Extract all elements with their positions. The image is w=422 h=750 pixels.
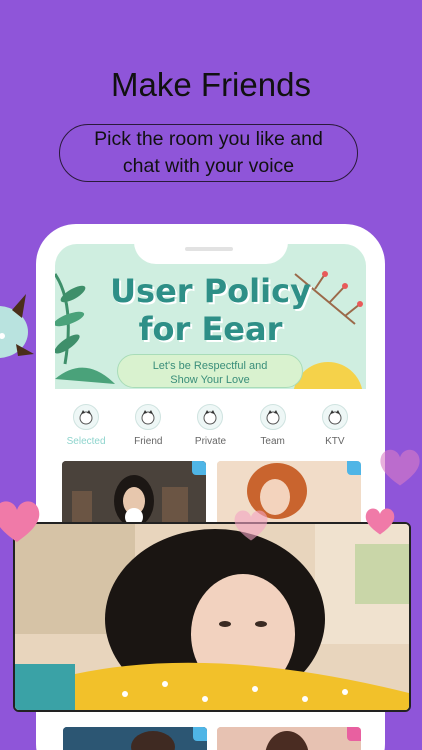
cat-avatar-icon — [321, 404, 348, 430]
heart-icon — [234, 510, 268, 541]
room-card[interactable] — [217, 727, 361, 750]
heart-icon — [0, 501, 40, 542]
banner-sub-line1: Let's be Respectful and — [152, 360, 268, 372]
featured-photo — [15, 524, 409, 710]
tab-label: Team — [260, 436, 285, 447]
tab-label: Friend — [134, 436, 163, 447]
cat-avatar-icon — [259, 404, 286, 430]
heart-icon — [380, 449, 420, 486]
policy-banner[interactable]: User Policy for Eear Let's be Respectful… — [55, 244, 366, 389]
cat-avatar-icon — [197, 404, 224, 430]
phone-notch — [134, 224, 288, 264]
subtitle-text: Pick the room you like and chat with you… — [94, 128, 323, 177]
subtitle-pill: Pick the room you like and chat with you… — [59, 124, 358, 182]
tab-label: Private — [194, 436, 227, 447]
page-title: Make Friends — [111, 66, 311, 103]
banner-title-line1: User Policy — [110, 272, 311, 310]
banner-sub-line2: Show Your Love — [170, 374, 250, 386]
search-icon — [347, 461, 361, 475]
cat-avatar-icon — [73, 404, 100, 430]
tab-selected[interactable]: Selected — [56, 404, 116, 454]
tab-friend[interactable]: Friend — [118, 404, 178, 454]
bookmark-icon — [193, 727, 207, 741]
room-photo — [62, 461, 206, 525]
room-photo — [63, 727, 207, 750]
heart-icon — [365, 508, 395, 535]
banner-title-line2: for Eear — [138, 310, 283, 348]
category-tabs: Selected Friend Private Team KTV — [55, 404, 366, 454]
banner-subtitle: Let's be Respectful and Show Your Love — [117, 354, 303, 388]
female-icon — [347, 727, 361, 741]
bookmark-icon — [192, 461, 206, 475]
room-card[interactable] — [63, 727, 207, 750]
tab-label: KTV — [325, 436, 345, 447]
featured-photo-card[interactable] — [13, 522, 411, 712]
room-photo — [217, 727, 361, 750]
phone-speaker — [185, 247, 233, 251]
tab-team[interactable]: Team — [243, 404, 303, 454]
tab-ktv[interactable]: KTV — [305, 404, 365, 454]
room-card[interactable] — [62, 461, 206, 525]
tab-private[interactable]: Private — [180, 404, 240, 454]
cat-avatar-icon — [135, 404, 162, 430]
banner-title: User Policy for Eear — [55, 272, 366, 348]
tab-label: Selected — [66, 436, 106, 447]
